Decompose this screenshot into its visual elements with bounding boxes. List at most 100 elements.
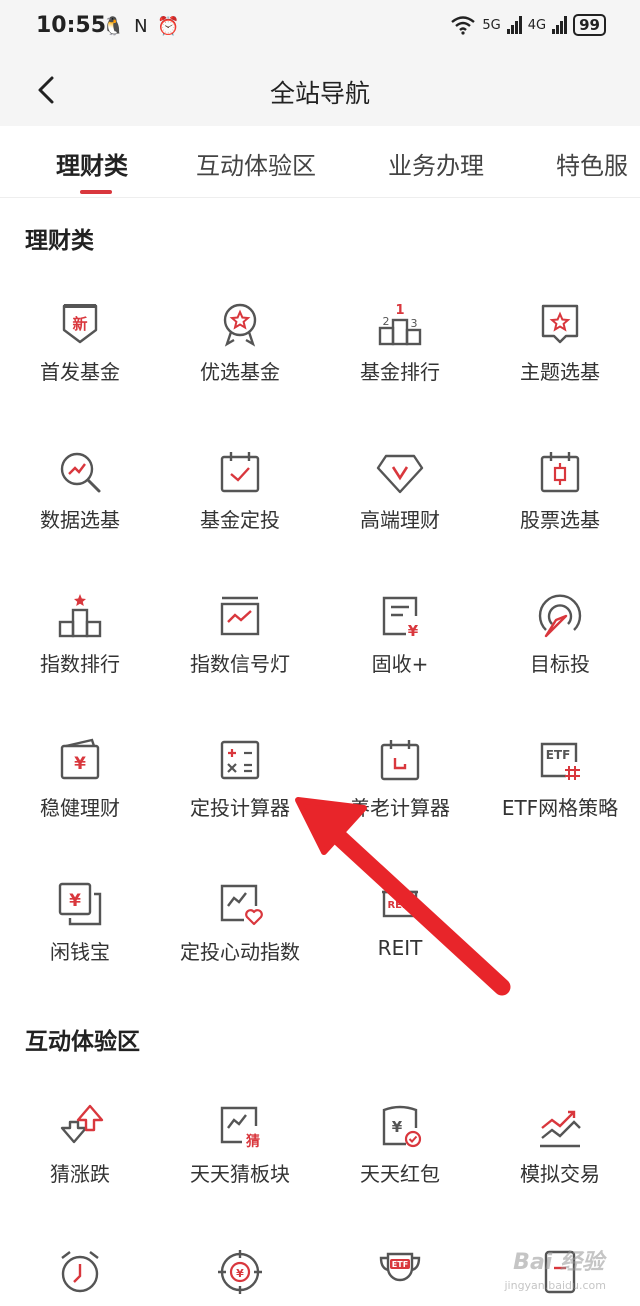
wifi-icon <box>451 16 476 35</box>
grid-item-label: ETF网格策略 <box>501 796 619 820</box>
grid-item[interactable]: 优选基金 <box>160 300 320 420</box>
grid-item[interactable]: ETF ETF网格策略 <box>480 736 640 856</box>
grid-item[interactable]: 定投心动指数 <box>160 880 320 1000</box>
grid-item[interactable]: ¥ 固收+ <box>320 592 480 712</box>
battery-icon: 99 <box>573 14 606 36</box>
grid-item[interactable]: 猜 天天猜板块 <box>160 1102 320 1222</box>
network-4g-label: 4G <box>527 17 547 33</box>
grid-item[interactable]: ¥ 天天红包 <box>320 1102 480 1222</box>
grid-item-label: 股票选基 <box>520 508 600 532</box>
grid-item[interactable]: 指数信号灯 <box>160 592 320 712</box>
grid-item[interactable]: 股票选基 <box>480 448 640 568</box>
grid-item-label: 数据选基 <box>40 508 120 532</box>
calendar-check-icon <box>220 452 260 493</box>
status-bar: 10:55 🐧 N ⏰ 5G 4G 99 <box>0 0 640 54</box>
signal-chart-icon <box>220 596 260 636</box>
fixed-income-icon: ¥ <box>382 596 419 640</box>
grid-item-label: 目标投 <box>530 652 590 676</box>
grid-item[interactable]: 高端理财 <box>320 448 480 568</box>
pension-calendar-icon <box>380 740 420 781</box>
heart-chart-icon <box>220 884 263 926</box>
tab-featured[interactable]: 特色服 <box>556 146 628 181</box>
tab-business[interactable]: 业务办理 <box>388 146 484 181</box>
grid-item[interactable]: 模拟交易 <box>480 1102 640 1222</box>
tab-wealth[interactable]: 理财类 <box>56 146 128 181</box>
grid-item-label: 天天红包 <box>360 1162 440 1186</box>
status-right: 5G 4G 99 <box>450 14 606 36</box>
grid-item[interactable]: ¥ <box>160 1248 320 1306</box>
svg-text:2: 2 <box>383 315 390 328</box>
svg-text:3: 3 <box>411 317 418 330</box>
grid-item-label: 首发基金 <box>40 360 120 384</box>
svg-text:¥: ¥ <box>69 891 81 911</box>
grid-item[interactable]: 新 首发基金 <box>0 300 160 420</box>
svg-text:ETF: ETF <box>546 748 571 762</box>
nav-bar: 全站导航 <box>0 54 640 126</box>
active-tab-indicator <box>80 190 112 194</box>
network-5g-label: 5G <box>482 17 501 33</box>
spare-cash-icon: ¥ <box>58 882 102 926</box>
wallet-icon: ¥ <box>60 738 100 780</box>
grid-item-label: 指数信号灯 <box>190 652 290 676</box>
etf-grid-icon: ETF <box>540 742 580 780</box>
target-icon <box>538 594 582 638</box>
grid-item[interactable]: 基金定投 <box>160 448 320 568</box>
grid-item-label: 指数排行 <box>40 652 120 676</box>
calculator-icon <box>220 740 260 780</box>
grid-item[interactable]: ¥ 闲钱宝 <box>0 880 160 1000</box>
grid-item-label: 优选基金 <box>200 360 280 384</box>
svg-text:¥: ¥ <box>392 1118 403 1136</box>
signal-4g-icon <box>552 16 568 34</box>
grid-item-label: REIT <box>377 936 423 960</box>
section-title-interactive: 互动体验区 <box>25 1029 140 1055</box>
grid-item-label: 天天猜板块 <box>190 1162 290 1186</box>
svg-text:¥: ¥ <box>236 1267 244 1280</box>
grid-item-label: 定投计算器 <box>190 796 290 820</box>
tab-interactive[interactable]: 互动体验区 <box>196 146 316 181</box>
guess-sector-icon: 猜 <box>220 1106 260 1150</box>
grid-item[interactable]: REIT REIT <box>320 880 480 1000</box>
grid-item[interactable]: ETF <box>320 1248 480 1306</box>
grid-item-label: 稳健理财 <box>40 796 120 820</box>
grid-item-label: 高端理财 <box>360 508 440 532</box>
medal-icon <box>223 303 257 347</box>
grid-item[interactable]: ¥ 稳健理财 <box>0 736 160 856</box>
grid-item[interactable]: 数据选基 <box>0 448 160 568</box>
grid-item[interactable]: 目标投 <box>480 592 640 712</box>
grid-item[interactable]: 指数排行 <box>0 592 160 712</box>
target-coin-icon: ¥ <box>218 1250 262 1294</box>
grid-item[interactable] <box>0 1248 160 1306</box>
grid-item-label: 主题选基 <box>520 360 600 384</box>
grid-item[interactable]: 猜涨跌 <box>0 1102 160 1222</box>
reit-icon: REIT <box>382 890 418 918</box>
new-badge-icon: 新 <box>62 304 98 344</box>
watermark-logo: Bai 经验 <box>513 1250 604 1275</box>
grid-item[interactable]: 定投计算器 <box>160 736 320 856</box>
grid-item[interactable]: 养老计算器 <box>320 736 480 856</box>
grid-item[interactable]: 主题选基 <box>480 300 640 420</box>
section-title-wealth: 理财类 <box>25 228 94 254</box>
status-notification-icons: 🐧 N ⏰ <box>102 16 182 37</box>
grid-item-label: 模拟交易 <box>520 1162 600 1186</box>
grid-item-label: 养老计算器 <box>350 796 450 820</box>
svg-text:¥: ¥ <box>408 622 419 640</box>
svg-text:ETF: ETF <box>392 1260 408 1269</box>
index-rank-icon <box>58 594 102 638</box>
svg-text:1: 1 <box>395 303 404 318</box>
diamond-icon <box>376 454 424 494</box>
signal-5g-icon <box>506 16 522 34</box>
svg-text:REIT: REIT <box>387 900 412 911</box>
grid-item-label: 猜涨跌 <box>50 1162 110 1186</box>
grid-item[interactable]: 1 2 3 基金排行 <box>320 300 480 420</box>
podium-icon: 1 2 3 <box>378 303 422 346</box>
svg-text:新: 新 <box>72 315 87 333</box>
grid-item-label: 基金定投 <box>200 508 280 532</box>
grid-item-label: 闲钱宝 <box>50 940 110 964</box>
etf-trophy-icon: ETF <box>379 1252 421 1282</box>
svg-text:¥: ¥ <box>74 754 86 774</box>
grid-item-label: 定投心动指数 <box>180 940 300 964</box>
page-title: 全站导航 <box>269 79 370 108</box>
status-time: 10:55 <box>36 13 107 38</box>
watermark-url: jingyan.baidu.com <box>504 1279 606 1292</box>
stock-calendar-icon <box>540 452 580 493</box>
